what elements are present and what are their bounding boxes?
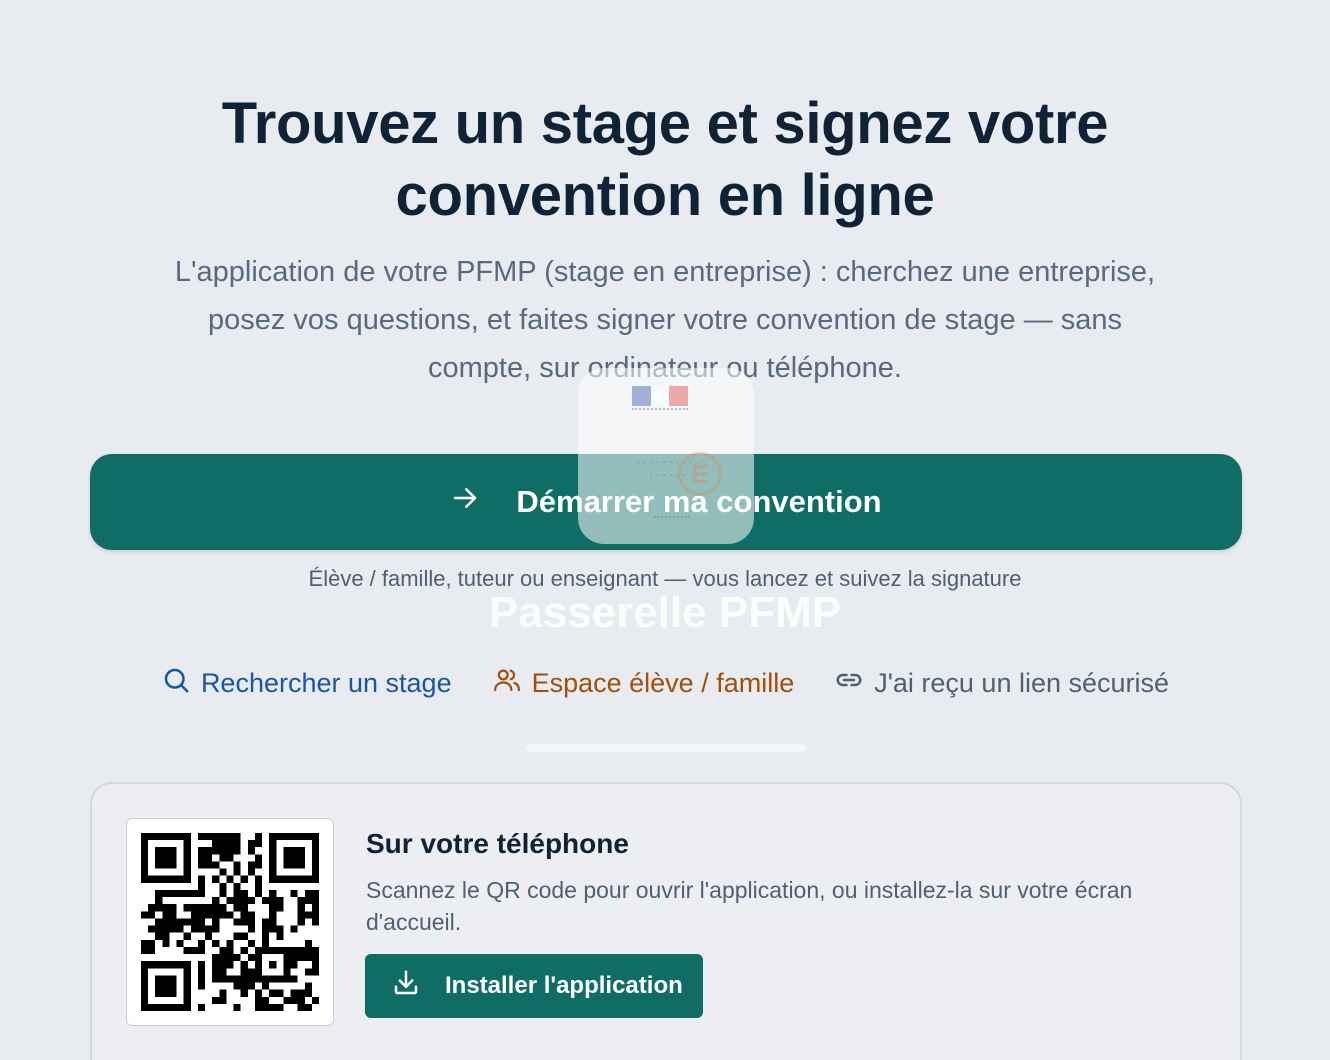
page-subtitle-line-3: compte, sur ordinateur ou téléphone. [428, 352, 902, 384]
page-title-line-1: Trouvez un stage et signez votre [221, 91, 1109, 156]
page-subtitle-line-1: L'application de votre PFMP (stage en en… [174, 256, 1156, 288]
student-family-space-label: Espace élève / famille [531, 667, 795, 698]
student-family-space-link[interactable]: Espace élève / famille [492, 665, 795, 702]
install-app-button[interactable]: Installer l'application [365, 954, 703, 1018]
install-app-label: Installer l'application [445, 972, 683, 999]
phone-card-description: Scannez le QR code pour ouvrir l'applica… [366, 877, 1133, 935]
start-convention-hint: Élève / famille, tuteur ou enseignant — … [308, 566, 1022, 591]
page-title: Trouvez un stage et signez votre convent… [0, 88, 1330, 232]
phone-install-card: Sur votre téléphone Scannez le QR code p… [90, 782, 1242, 1060]
quick-links: Rechercher un stage Espace élève / famil… [0, 662, 1330, 704]
arrow-right-icon [450, 483, 480, 521]
link-icon [834, 665, 864, 702]
users-icon [492, 665, 522, 702]
splash-loading-bar [526, 744, 806, 752]
start-convention-button[interactable]: Démarrer ma convention [90, 454, 1242, 550]
start-convention-label: Démarrer ma convention [516, 484, 882, 519]
phone-card-title: Sur votre téléphone [366, 828, 629, 859]
qr-code-image [141, 833, 319, 1011]
secure-link-received-link[interactable]: J'ai reçu un lien sécurisé [834, 665, 1169, 702]
splash-app-name: Passerelle PFMP [488, 588, 842, 637]
download-icon [391, 968, 421, 1005]
page-subtitle: L'application de votre PFMP (stage en en… [100, 248, 1230, 392]
search-icon [161, 665, 191, 702]
page-title-line-2: convention en ligne [395, 163, 935, 228]
secure-link-received-label: J'ai reçu un lien sécurisé [874, 667, 1170, 698]
search-internship-link[interactable]: Rechercher un stage [161, 665, 452, 702]
flag-caption-mark [632, 408, 688, 418]
page-subtitle-line-2: posez vos questions, et faites signer vo… [207, 304, 1123, 336]
qr-code [126, 818, 334, 1026]
search-internship-label: Rechercher un stage [200, 667, 452, 698]
